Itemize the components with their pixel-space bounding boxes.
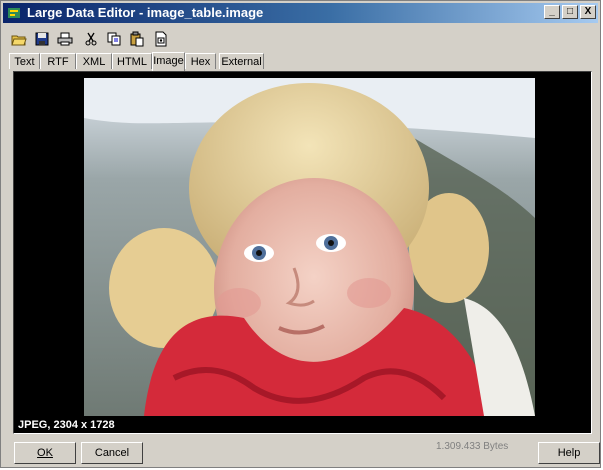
ok-button[interactable]: OK: [14, 442, 76, 464]
byte-count: 1.309.433 Bytes: [436, 441, 509, 452]
image-info: JPEG, 2304 x 1728: [18, 419, 115, 431]
cut-button[interactable]: [81, 29, 101, 49]
window-title: Large Data Editor - image_table.image: [27, 5, 264, 20]
copy-button[interactable]: [104, 29, 124, 49]
editor-window: Large Data Editor - image_table.image _ …: [0, 0, 601, 468]
tab-xml[interactable]: XML: [76, 53, 112, 69]
print-button[interactable]: [55, 29, 75, 49]
window-controls: _ □ X: [542, 5, 596, 21]
view-tabs: Text RTF XML HTML Image Hex External: [9, 52, 592, 71]
cancel-button[interactable]: Cancel: [81, 442, 143, 464]
tab-hex[interactable]: Hex: [185, 53, 216, 69]
print-icon: [57, 32, 73, 46]
save-icon: [35, 32, 49, 46]
help-label: Help: [557, 447, 581, 459]
title-bar[interactable]: Large Data Editor - image_table.image _ …: [3, 3, 598, 23]
properties-icon: [155, 31, 167, 47]
save-button[interactable]: [32, 29, 52, 49]
child-photo: [84, 78, 535, 416]
copy-icon: [107, 32, 121, 46]
tab-html[interactable]: HTML: [112, 53, 152, 69]
image-viewer[interactable]: JPEG, 2304 x 1728: [13, 71, 592, 434]
toolbar: [5, 28, 596, 50]
cancel-label: Cancel: [94, 447, 130, 459]
open-button[interactable]: [9, 29, 29, 49]
paste-button[interactable]: [127, 29, 147, 49]
app-icon: [8, 8, 20, 18]
dialog-footer: OK Cancel 1.309.433 Bytes Help: [1, 439, 602, 469]
properties-button[interactable]: [151, 29, 171, 49]
tab-external[interactable]: External: [219, 53, 264, 69]
tab-image[interactable]: Image: [152, 52, 185, 71]
close-button[interactable]: X: [580, 5, 596, 19]
cut-icon: [85, 32, 97, 46]
ok-label: OK: [37, 447, 53, 459]
maximize-button[interactable]: □: [562, 5, 578, 19]
open-icon: [11, 35, 27, 46]
tab-rtf[interactable]: RTF: [40, 53, 76, 69]
help-button[interactable]: Help: [538, 442, 600, 464]
paste-icon: [130, 31, 144, 47]
tab-text[interactable]: Text: [9, 53, 40, 69]
minimize-button[interactable]: _: [544, 5, 560, 19]
